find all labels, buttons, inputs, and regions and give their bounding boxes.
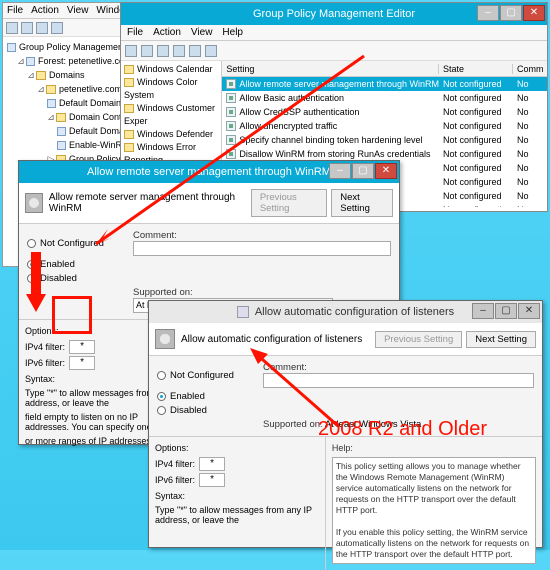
setting-row[interactable]: Specify channel binding token hardening …: [222, 133, 547, 147]
dlg1-title: Allow remote server management through W…: [87, 166, 331, 178]
up-icon[interactable]: [157, 45, 169, 57]
gped-columns: Setting State Comm: [222, 61, 547, 77]
menu-help[interactable]: Help: [222, 27, 243, 38]
gpmc-toolbar: [3, 19, 139, 37]
radio-disabled[interactable]: Disabled: [157, 405, 257, 416]
menu-view[interactable]: View: [67, 5, 89, 16]
menu-view[interactable]: View: [191, 27, 213, 38]
tree-domains[interactable]: Domains: [49, 70, 85, 80]
close-button[interactable]: ✕: [523, 5, 545, 21]
ipv6-input[interactable]: *: [199, 473, 225, 487]
comment-label: Comment:: [133, 230, 177, 241]
tree-domain[interactable]: petenetlive.com: [59, 84, 122, 94]
supported-value: At least Windows Vista: [325, 419, 421, 430]
setting-row[interactable]: Allow unencrypted trafficNot configuredN…: [222, 119, 547, 133]
folder-icon: [46, 85, 56, 94]
dlg2-titlebar: Allow automatic configuration of listene…: [149, 301, 542, 323]
tool-icon[interactable]: [51, 22, 63, 34]
help-label: Help:: [332, 443, 536, 453]
folder-icon: [36, 71, 46, 80]
maximize-button[interactable]: ▢: [500, 5, 522, 21]
filter-icon[interactable]: [205, 45, 217, 57]
ipv6-label: IPv6 filter:: [25, 358, 65, 368]
gped-title: Group Policy Management Editor: [253, 8, 415, 20]
dlg1-heading: Allow remote server management through W…: [49, 192, 245, 214]
menu-action[interactable]: Action: [31, 5, 59, 16]
supported-label: Supported on:: [133, 287, 193, 298]
gear-icon: [25, 193, 43, 213]
minimize-button[interactable]: –: [329, 163, 351, 179]
comment-label: Comment:: [263, 362, 307, 373]
maximize-button[interactable]: ▢: [495, 303, 517, 319]
tree-item[interactable]: Windows Calendar: [124, 63, 218, 76]
gpmc-menubar: File Action View Window Help: [3, 3, 139, 19]
tool-icon[interactable]: [21, 22, 33, 34]
prev-setting-button[interactable]: Previous Setting: [251, 189, 327, 217]
help-icon[interactable]: [189, 45, 201, 57]
ipv6-label: IPv6 filter:: [155, 475, 195, 485]
gpo-icon: [47, 99, 56, 108]
menu-file[interactable]: File: [127, 27, 143, 38]
gped-toolbar: [121, 41, 547, 61]
ou-icon: [56, 113, 66, 122]
setting-row[interactable]: Allow remote server management through W…: [222, 77, 547, 91]
ipv4-label: IPv4 filter:: [155, 459, 195, 469]
help-text: This policy setting allows you to manage…: [332, 457, 536, 564]
refresh-icon[interactable]: [173, 45, 185, 57]
menu-action[interactable]: Action: [153, 27, 181, 38]
radio-notconfigured[interactable]: Not Configured: [157, 362, 257, 388]
gped-menubar: File Action View Help: [121, 25, 547, 41]
tree-root[interactable]: Group Policy Management: [19, 42, 126, 52]
next-setting-button[interactable]: Next Setting: [466, 331, 536, 348]
gear-icon: [155, 329, 175, 349]
tree-forest[interactable]: Forest: petenetlive.com: [38, 56, 132, 66]
radio-enabled[interactable]: Enabled: [27, 259, 127, 270]
gped-titlebar: Group Policy Management Editor – ▢ ✕: [121, 3, 547, 25]
radio-enabled[interactable]: Enabled: [157, 391, 257, 402]
comment-input[interactable]: [133, 241, 391, 256]
tree-item[interactable]: Windows Color System: [124, 76, 218, 102]
close-button[interactable]: ✕: [518, 303, 540, 319]
fwd-icon[interactable]: [141, 45, 153, 57]
maximize-button[interactable]: ▢: [352, 163, 374, 179]
syntax-label: Syntax:: [155, 491, 319, 501]
supported-label: Supported on:: [263, 419, 323, 430]
tree-item[interactable]: Windows Customer Exper: [124, 102, 218, 128]
note-text: Type "*" to allow messages from any IP a…: [155, 505, 319, 525]
minimize-button[interactable]: –: [477, 5, 499, 21]
back-icon[interactable]: [125, 45, 137, 57]
tool-icon[interactable]: [6, 22, 18, 34]
forest-icon: [26, 57, 35, 66]
setting-row[interactable]: Allow Basic authenticationNot configured…: [222, 91, 547, 105]
minimize-button[interactable]: –: [472, 303, 494, 319]
ipv4-label: IPv4 filter:: [25, 342, 65, 352]
gp-icon: [7, 43, 16, 52]
dlg2-heading: Allow automatic configuration of listene…: [181, 334, 362, 345]
col-setting[interactable]: Setting: [222, 64, 439, 74]
gpo-icon: [57, 127, 66, 136]
gpo-icon: [57, 141, 66, 150]
radio-notconfigured[interactable]: Not Configured: [27, 230, 127, 256]
ipv4-input[interactable]: *: [199, 457, 225, 471]
options-label: Options:: [155, 443, 319, 453]
ipv4-input[interactable]: *: [69, 340, 95, 354]
radio-disabled[interactable]: Disabled: [27, 273, 127, 284]
comment-input[interactable]: [263, 373, 534, 388]
menu-file[interactable]: File: [7, 5, 23, 16]
col-comm[interactable]: Comm: [513, 64, 547, 74]
next-setting-button[interactable]: Next Setting: [331, 189, 393, 217]
close-button[interactable]: ✕: [375, 163, 397, 179]
dlg1-titlebar: Allow remote server management through W…: [19, 161, 399, 183]
setting-row[interactable]: Disallow WinRM from storing RunAs creden…: [222, 147, 547, 161]
dlg-icon: [237, 306, 249, 318]
tree-item[interactable]: Windows Defender: [124, 128, 218, 141]
tool-icon[interactable]: [36, 22, 48, 34]
ipv6-input[interactable]: *: [69, 356, 95, 370]
prev-setting-button[interactable]: Previous Setting: [375, 331, 462, 348]
listeners-dialog: Allow automatic configuration of listene…: [148, 300, 543, 548]
dlg2-title: Allow automatic configuration of listene…: [255, 306, 454, 318]
col-state[interactable]: State: [439, 64, 513, 74]
setting-row[interactable]: Allow CredSSP authenticationNot configur…: [222, 105, 547, 119]
